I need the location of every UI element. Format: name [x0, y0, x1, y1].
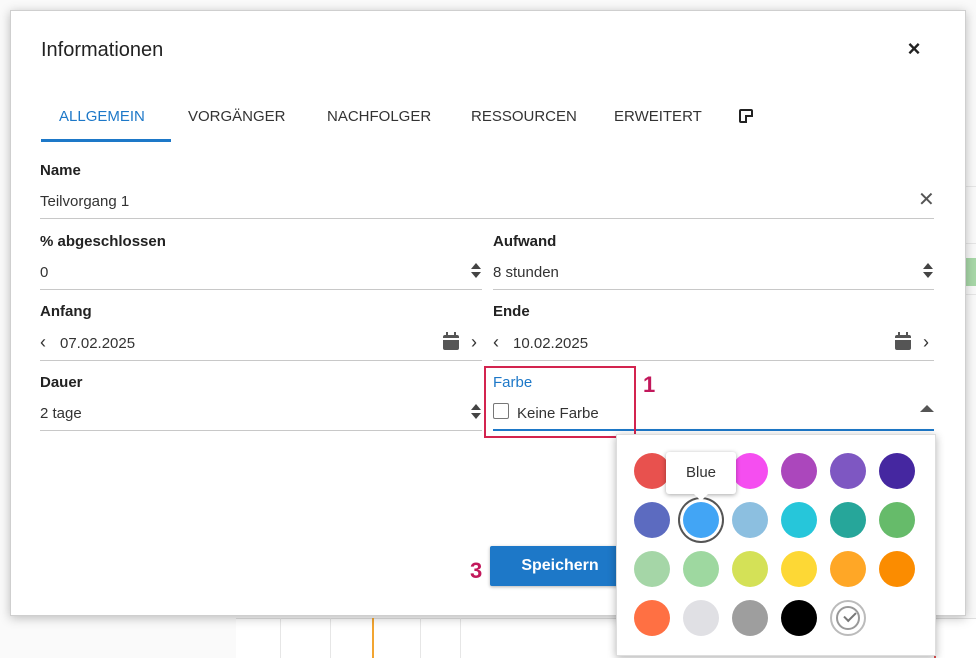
color-swatch[interactable]	[879, 502, 915, 538]
color-swatch[interactable]	[732, 551, 768, 587]
color-swatch[interactable]	[732, 502, 768, 538]
color-swatch[interactable]	[830, 502, 866, 538]
highlight-box	[484, 366, 636, 438]
gantt-gridline	[280, 618, 281, 658]
color-swatch[interactable]	[830, 453, 866, 489]
start-label: Anfang	[40, 303, 92, 320]
check-icon	[843, 608, 857, 623]
end-underline	[493, 360, 934, 361]
name-underline	[40, 218, 934, 219]
note-icon[interactable]	[739, 109, 753, 123]
color-swatch[interactable]	[634, 600, 670, 636]
duration-underline	[40, 430, 482, 431]
annotation-1: 1	[643, 372, 656, 397]
color-swatch[interactable]	[781, 502, 817, 538]
start-calendar-icon[interactable]	[443, 332, 459, 350]
duration-input[interactable]: 2 tage	[40, 405, 82, 422]
color-swatch[interactable]	[634, 551, 670, 587]
gantt-today-line	[372, 618, 374, 658]
tab-erweitert[interactable]: ERWEITERT	[614, 105, 702, 143]
tab-ressourcen[interactable]: RESSOURCEN	[471, 105, 577, 143]
save-button[interactable]: Speichern	[490, 546, 630, 586]
end-label: Ende	[493, 303, 530, 320]
end-date-input[interactable]: 10.02.2025	[513, 335, 588, 352]
color-swatch[interactable]	[781, 600, 817, 636]
effort-label: Aufwand	[493, 233, 557, 250]
color-swatch[interactable]	[781, 551, 817, 587]
start-underline	[40, 360, 482, 361]
clear-icon[interactable]: ✕	[918, 190, 935, 210]
gantt-gridline	[460, 618, 461, 658]
tab-nachfolger[interactable]: NACHFOLGER	[327, 105, 431, 143]
percent-spinner-icon[interactable]	[471, 262, 481, 280]
dialog-title: Informationen	[41, 39, 164, 61]
end-calendar-icon[interactable]	[895, 332, 911, 350]
end-prev-chevron-icon[interactable]: ‹	[493, 333, 499, 351]
annotation-3: 3	[470, 558, 483, 583]
effort-input[interactable]: 8 stunden	[493, 264, 559, 281]
percent-input[interactable]: 0	[40, 264, 48, 281]
color-swatch[interactable]	[732, 453, 768, 489]
close-button[interactable]: ×	[902, 37, 926, 61]
gantt-gridline	[330, 618, 331, 658]
color-swatch[interactable]	[879, 551, 915, 587]
name-input[interactable]: Teilvorgang 1	[40, 193, 129, 210]
name-label: Name	[40, 162, 81, 179]
color-swatch[interactable]	[634, 453, 670, 489]
end-next-chevron-icon[interactable]: ›	[923, 333, 929, 351]
color-swatch[interactable]	[879, 453, 915, 489]
color-swatch[interactable]	[634, 502, 670, 538]
effort-underline	[493, 289, 934, 290]
effort-spinner-icon[interactable]	[923, 262, 933, 280]
percent-label: % abgeschlossen	[40, 233, 166, 250]
start-date-input[interactable]: 07.02.2025	[60, 335, 135, 352]
percent-underline	[40, 289, 482, 290]
active-tab-indicator	[41, 139, 171, 142]
collapse-arrow-icon[interactable]	[920, 405, 934, 412]
color-swatch[interactable]	[732, 600, 768, 636]
no-color-swatch[interactable]	[830, 600, 866, 636]
color-swatch[interactable]	[781, 453, 817, 489]
color-tooltip: Blue	[666, 452, 736, 501]
tab-allgemein[interactable]: ALLGEMEIN	[59, 105, 145, 143]
color-swatch[interactable]	[830, 551, 866, 587]
color-swatch[interactable]	[683, 551, 719, 587]
gantt-task-bar	[966, 258, 976, 286]
duration-spinner-icon[interactable]	[471, 403, 481, 421]
start-prev-chevron-icon[interactable]: ‹	[40, 333, 46, 351]
gantt-gridline	[420, 618, 421, 658]
duration-label: Dauer	[40, 374, 83, 391]
color-picker-popup	[616, 434, 936, 656]
color-swatch[interactable]	[683, 502, 719, 538]
tab-vorgaenger[interactable]: VORGÄNGER	[188, 105, 286, 143]
start-next-chevron-icon[interactable]: ›	[471, 333, 477, 351]
color-swatch[interactable]	[683, 600, 719, 636]
